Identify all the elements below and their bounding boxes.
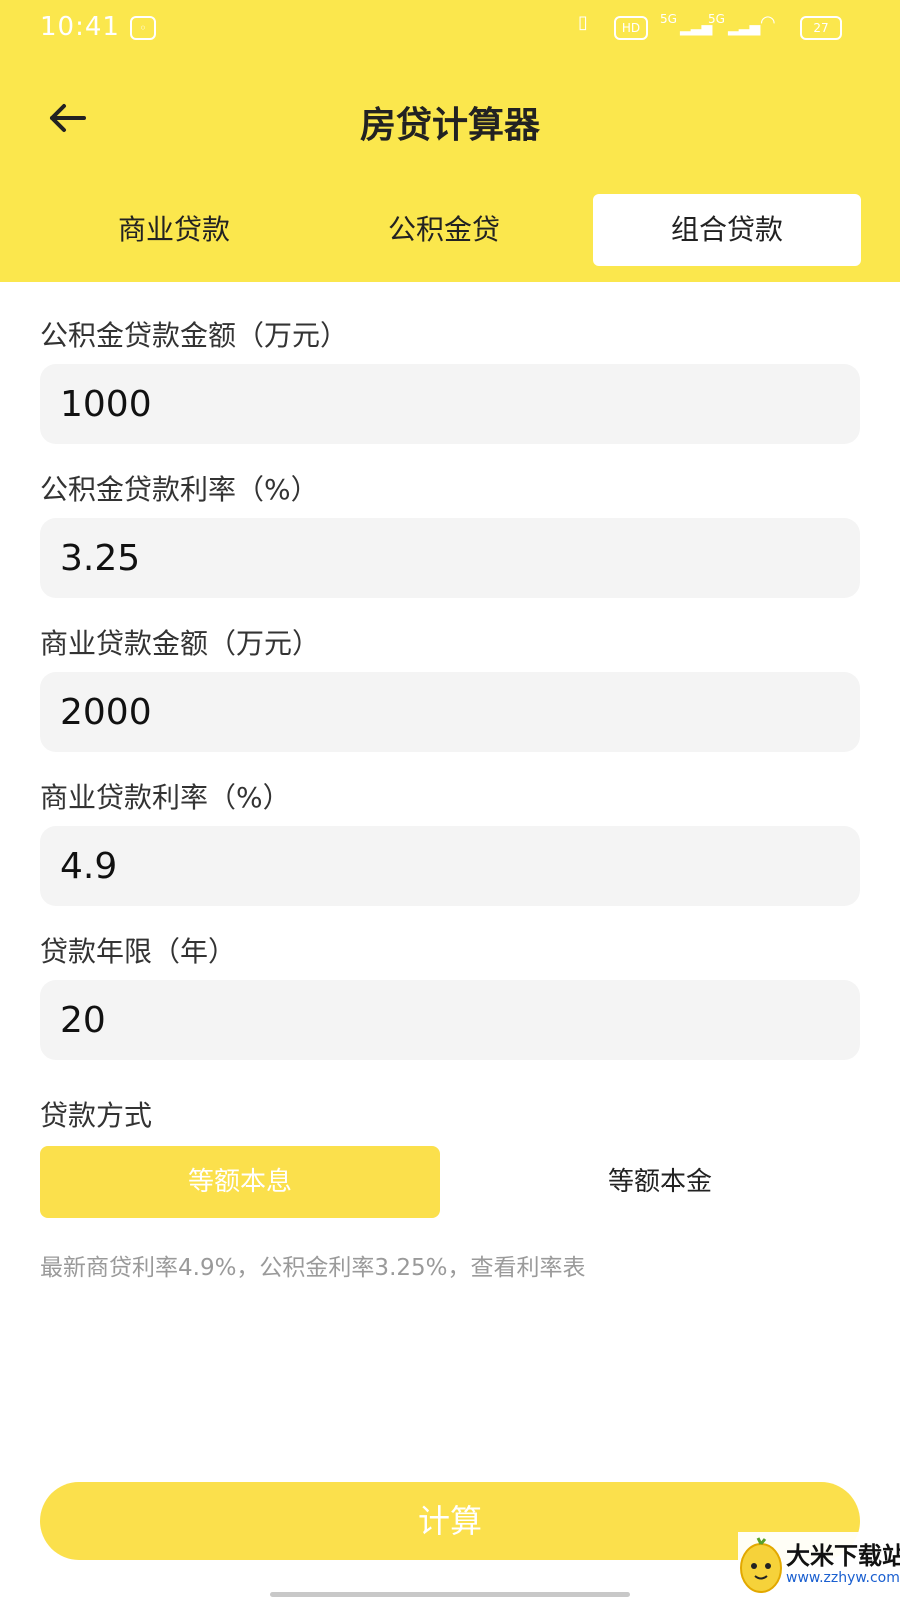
equal-principal-button[interactable]: 等额本金	[460, 1146, 860, 1218]
status-time: 10:41	[40, 12, 120, 42]
equal-installment-button[interactable]: 等额本息	[40, 1146, 440, 1218]
home-indicator	[270, 1592, 630, 1597]
wifi-icon: ◠	[760, 12, 776, 33]
signal-label-2: 5G	[708, 12, 725, 26]
tab-combined-loan[interactable]: 组合贷款	[593, 194, 861, 266]
page-title: 房贷计算器	[359, 105, 540, 146]
tab-provident-fund-loan[interactable]: 公积金贷	[310, 194, 578, 266]
notification-icon: ◦	[130, 16, 156, 40]
header: 10:41 ◦ ▯ HD 5G ▂▃▅ 5G ▂▃▅ ◠ 27 房贷计算器 商业…	[0, 0, 900, 282]
loan-term-box	[40, 980, 860, 1060]
provident-rate-box	[40, 518, 860, 598]
loan-term-input[interactable]	[60, 980, 840, 1060]
commercial-rate-box	[40, 826, 860, 906]
status-bar: 10:41 ◦ ▯ HD 5G ▂▃▅ 5G ▂▃▅ ◠ 27	[0, 0, 900, 60]
provident-rate-input[interactable]	[60, 518, 840, 598]
loan-term-label: 贷款年限（年）	[40, 935, 237, 968]
loan-type-tabs: 商业贷款 公积金贷 组合贷款	[40, 194, 861, 266]
mascot-logo-icon	[740, 1537, 782, 1593]
battery-icon: 27	[800, 16, 842, 40]
watermark: 大米下载站 www.zzhyw.com	[738, 1532, 900, 1600]
provident-amount-label: 公积金贷款金额（万元）	[40, 319, 349, 352]
tab-commercial-loan[interactable]: 商业贷款	[40, 194, 308, 266]
hd-badge: HD	[614, 16, 648, 40]
rate-table-link[interactable]: 最新商贷利率4.9%，公积金利率3.25%，查看利率表	[40, 1248, 586, 1282]
repayment-method-label: 贷款方式	[40, 1099, 153, 1132]
calculate-button[interactable]: 计算	[40, 1482, 860, 1560]
provident-rate-label: 公积金贷款利率（%）	[40, 473, 319, 506]
signal-icon-2: ▂▃▅	[728, 20, 761, 36]
commercial-rate-input[interactable]	[60, 826, 840, 906]
signal-label-1: 5G	[660, 12, 677, 26]
commercial-amount-label: 商业贷款金额（万元）	[40, 627, 321, 660]
commercial-amount-box	[40, 672, 860, 752]
commercial-amount-input[interactable]	[60, 672, 840, 752]
commercial-rate-label: 商业贷款利率（%）	[40, 781, 291, 814]
provident-amount-box	[40, 364, 860, 444]
watermark-name: 大米下载站	[786, 1542, 900, 1570]
vibrate-icon: ▯	[578, 12, 588, 33]
provident-amount-input[interactable]	[60, 364, 840, 444]
watermark-url: www.zzhyw.com	[786, 1570, 900, 1586]
